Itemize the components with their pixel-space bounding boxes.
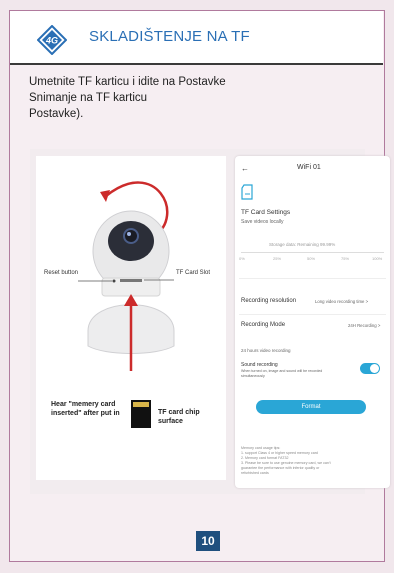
mode-value[interactable]: 24H Recording > [348,323,380,328]
reset-button-dot [112,279,116,283]
device-name: WiFi 01 [297,164,321,171]
resolution-value[interactable]: Long video recording time > [315,299,368,304]
camera-illustration [78,181,175,428]
sound-toggle[interactable] [360,363,380,374]
tf-card-contacts [133,402,149,407]
4g-logo-icon: 4G [37,25,67,55]
section-header: 4G SKLADIŠTENJE NA TF [10,11,383,65]
resolution-label[interactable]: Recording resolution [241,298,296,304]
scale-tick: 75% [341,256,350,261]
sound-label: Sound recording [241,362,278,368]
divider [239,278,386,279]
scale-tick: 50% [307,256,316,261]
rotation-arrowhead [100,190,110,202]
reset-label: Reset button [44,270,79,276]
intro-text: Umetnite TF karticu i idite na Postavke … [29,74,289,122]
scale-tick: 25% [273,256,282,261]
divider [239,314,386,315]
manual-page: 4G SKLADIŠTENJE NA TF Umetnite TF kartic… [9,10,390,562]
tips-block: Memory card usage tips: 1. support Class… [241,446,387,476]
format-button[interactable]: Format [256,400,366,414]
lens-glint [127,232,131,236]
scale-tick: 100% [372,256,383,261]
settings-title: TF Card Settings [241,209,291,216]
tf-slot [120,279,142,282]
sd-card-icon [241,184,253,200]
camera-lens [123,228,139,244]
page-number: 10 [196,531,220,551]
hours-note: 24 hours video recording [241,348,291,353]
illustration-area: Reset button TF Card Slot Hear "memery c… [30,149,390,494]
scale-tick: 0% [239,256,245,261]
slot-label: TF Card Slot [176,270,211,276]
phone-screenshot: ← WiFi 01 TF Card Settings Save videos l… [235,156,390,488]
settings-subtitle: Save videos locally [241,219,284,225]
storage-label: Storage data: Remaining 99.99% [269,242,336,247]
camera-panel: Reset button TF Card Slot Hear "memery c… [36,156,226,480]
toggle-knob [370,364,379,373]
intro-line: Postavke). [29,108,84,120]
tf-chip-label: TF card chip surface [158,409,200,425]
storage-bar [241,252,384,253]
logo-text: 4G [45,36,58,46]
section-title: SKLADIŠTENJE NA TF [89,28,250,45]
tip-line: refurbished cards [241,471,269,475]
sound-desc: When turned on, image and sound will be … [241,369,323,378]
mode-label[interactable]: Recording Mode [241,322,285,328]
hear-label: Hear "memery card inserted" after put in [51,401,120,417]
intro-line: Umetnite TF karticu i idite na Postavke [29,76,226,88]
intro-line: Snimanje na TF karticu [29,92,148,104]
back-arrow-icon[interactable]: ← [241,164,249,173]
